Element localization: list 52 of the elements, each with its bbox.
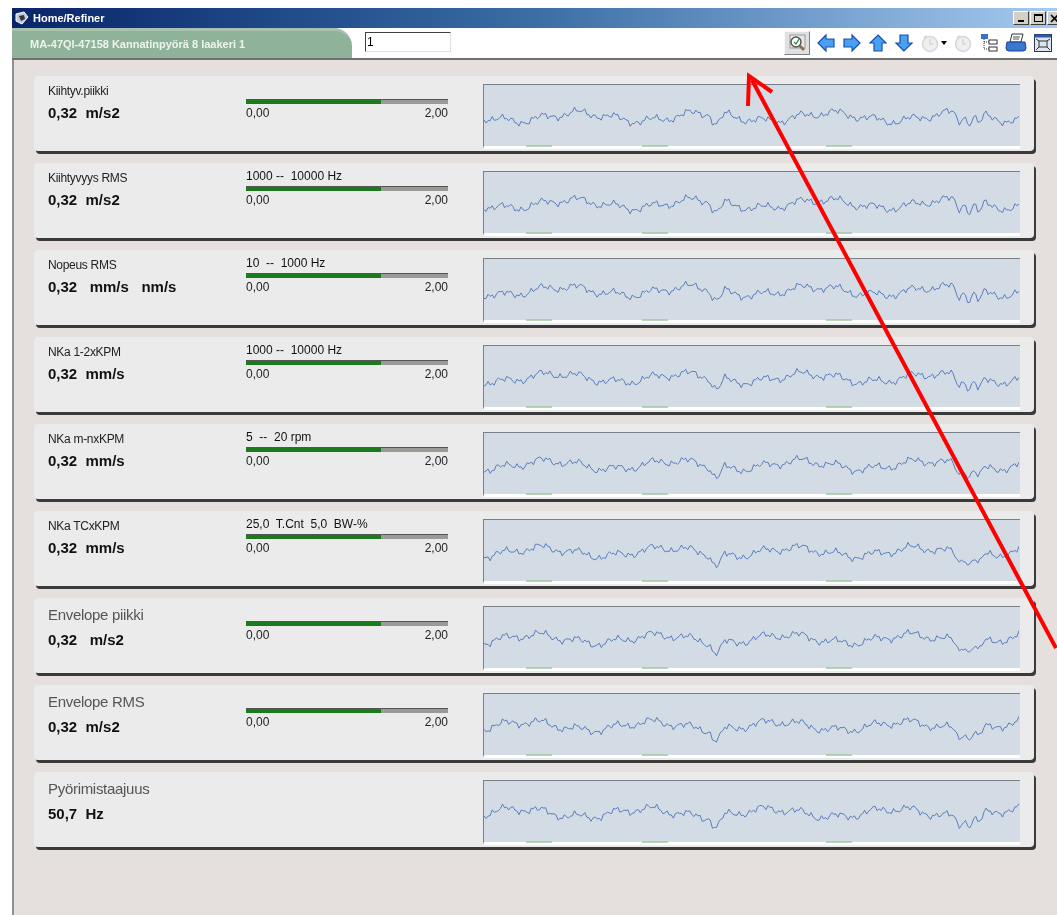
measurement-label: Pyörimistaajuus	[48, 779, 151, 799]
right-arrow-button[interactable]	[842, 31, 862, 55]
measurement-value: 0,32 mm/s	[48, 538, 126, 558]
measurement-label: NKa 1-2xKPM	[48, 344, 122, 361]
gauge-min-label: 0,00	[246, 453, 270, 470]
gauge-min-label: 0,00	[246, 714, 270, 731]
frequency-range: 1000 -- 10000 Hz	[246, 169, 344, 184]
measurement-label: Envelope piikki	[48, 605, 145, 625]
measurement-value: 0,32 m/s2	[48, 190, 121, 210]
measurement-value: 0,32 m/s2	[48, 629, 125, 650]
measurement-value: 50,7 Hz	[48, 803, 105, 824]
search-button[interactable]	[784, 31, 810, 55]
frequency-range: 1000 -- 10000 Hz	[246, 343, 344, 358]
measurement-value: 0,32 m/s2	[48, 716, 121, 737]
measurement-value: 0,32 mm/s nm/s	[48, 277, 178, 297]
left-arrow-button[interactable]	[816, 31, 836, 55]
gauge-min-label: 0,00	[246, 279, 270, 296]
gauge-max-label: 2,00	[424, 279, 448, 296]
measurement-value: 0,32 mm/s	[48, 451, 126, 471]
measurement-value: 0,32 m/s2	[48, 103, 121, 123]
gauge-min-label: 0,00	[246, 627, 270, 644]
gauge-max-label: 2,00	[424, 627, 448, 644]
tree-view-button[interactable]	[979, 31, 999, 55]
gauge-min-label: 0,00	[246, 366, 270, 383]
minimize-button[interactable]	[1013, 11, 1029, 25]
app-icon	[14, 11, 30, 25]
measurement-label: NKa TCxKPM	[48, 518, 121, 535]
measurement-label: Envelope RMS	[48, 692, 146, 712]
gauge-min-label: 0,00	[246, 105, 270, 122]
gauge-max-label: 2,00	[424, 540, 448, 557]
measurement-value: 0,32 mm/s	[48, 364, 126, 384]
measurement-label: NKa m-nxKPM	[48, 431, 126, 448]
gauge-max-label: 2,00	[424, 105, 448, 122]
frequency-range: 5 -- 20 rpm	[246, 430, 313, 445]
caret-icon[interactable]	[941, 41, 947, 45]
window-title: Home/Refiner	[33, 10, 105, 26]
input-field[interactable]: 1	[365, 32, 451, 52]
frequency-range: 10 -- 1000 Hz	[246, 256, 327, 271]
gauge-max-label: 2,00	[424, 192, 448, 209]
close-button[interactable]	[1047, 11, 1057, 25]
gauge-max-label: 2,00	[424, 453, 448, 470]
frame-button[interactable]	[1033, 31, 1053, 55]
gauge-min-label: 0,00	[246, 540, 270, 557]
gauge-min-label: 0,00	[246, 192, 270, 209]
printer-button[interactable]	[1005, 31, 1027, 55]
frequency-range: 25,0 T.Cnt 5,0 BW-%	[246, 517, 369, 532]
measurement-label: Kiihtyv.piikki	[48, 83, 110, 100]
measurement-label: Kiihtyvyys RMS	[48, 170, 129, 187]
measurement-label: Nopeus RMS	[48, 257, 118, 274]
maximize-button[interactable]	[1030, 11, 1046, 25]
gauge-max-label: 2,00	[424, 714, 448, 731]
gauge-max-label: 2,00	[424, 366, 448, 383]
